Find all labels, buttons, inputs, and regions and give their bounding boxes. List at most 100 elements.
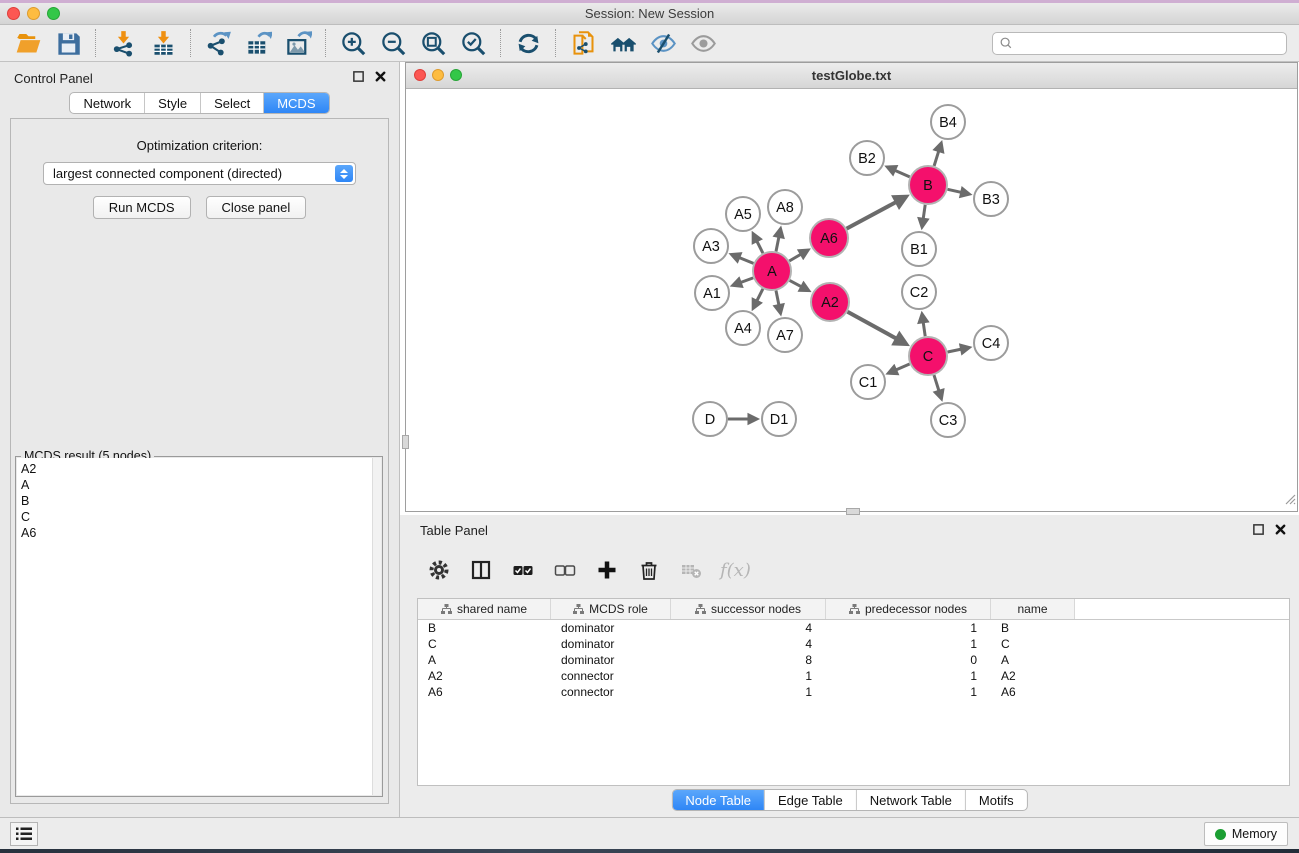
column-settings-button[interactable] bbox=[426, 557, 452, 583]
column-header-name[interactable]: name bbox=[991, 599, 1075, 619]
table-cell-shared-name[interactable]: B bbox=[418, 621, 551, 635]
table-row[interactable]: A2connector11A2 bbox=[418, 668, 1289, 684]
mcds-result-item[interactable]: B bbox=[17, 493, 372, 509]
import-network-button[interactable] bbox=[103, 27, 143, 59]
graph-node-C[interactable]: C bbox=[909, 337, 947, 375]
graph-node-A[interactable]: A bbox=[753, 252, 791, 290]
graph-edge-A2-C[interactable] bbox=[848, 312, 899, 340]
export-image-button[interactable] bbox=[278, 27, 318, 59]
resize-handle-bottom[interactable] bbox=[846, 508, 860, 515]
table-row[interactable]: Bdominator41B bbox=[418, 620, 1289, 636]
search-input[interactable] bbox=[1017, 36, 1280, 50]
table-cell-successors[interactable]: 1 bbox=[671, 685, 826, 699]
table-cell-name[interactable]: C bbox=[991, 637, 1075, 651]
first-neighbors-button[interactable] bbox=[603, 27, 643, 59]
close-panel-icon[interactable] bbox=[1274, 523, 1287, 541]
graph-node-C1[interactable]: C1 bbox=[851, 365, 885, 399]
create-column-button[interactable] bbox=[594, 557, 620, 583]
mcds-result-item[interactable]: A2 bbox=[17, 461, 372, 477]
network-window-titlebar[interactable]: testGlobe.txt bbox=[406, 63, 1297, 89]
graph-edge-A-A7[interactable] bbox=[776, 291, 779, 307]
table-row[interactable]: A6connector11A6 bbox=[418, 684, 1289, 700]
export-table-button[interactable] bbox=[238, 27, 278, 59]
table-cell-shared-name[interactable]: A6 bbox=[418, 685, 551, 699]
table-cell-predecessors[interactable]: 0 bbox=[826, 653, 991, 667]
graph-node-C2[interactable]: C2 bbox=[902, 275, 936, 309]
graph-edge-C-C2[interactable] bbox=[923, 321, 925, 337]
graph-node-C3[interactable]: C3 bbox=[931, 403, 965, 437]
table-cell-mcds-role[interactable]: dominator bbox=[551, 621, 671, 635]
save-session-button[interactable] bbox=[48, 27, 88, 59]
delete-table-button[interactable] bbox=[678, 557, 704, 583]
graph-edge-A6-B[interactable] bbox=[847, 201, 898, 229]
table-cell-shared-name[interactable]: C bbox=[418, 637, 551, 651]
mcds-result-item[interactable]: A6 bbox=[17, 525, 372, 541]
column-header-shared-name[interactable]: shared name bbox=[418, 599, 551, 619]
graph-edge-A-A2[interactable] bbox=[790, 280, 803, 287]
mcds-result-item[interactable]: C bbox=[17, 509, 372, 525]
graph-edge-A-A1[interactable] bbox=[739, 278, 753, 283]
table-cell-successors[interactable]: 4 bbox=[671, 621, 826, 635]
graph-edge-A-A6[interactable] bbox=[789, 254, 802, 262]
tab-select[interactable]: Select bbox=[201, 93, 264, 113]
graph-edge-C-C3[interactable] bbox=[934, 375, 939, 392]
select-all-button[interactable] bbox=[510, 557, 536, 583]
table-cell-name[interactable]: B bbox=[991, 621, 1075, 635]
resize-grip[interactable] bbox=[1282, 491, 1296, 510]
graph-node-A4[interactable]: A4 bbox=[726, 311, 760, 345]
import-table-button[interactable] bbox=[143, 27, 183, 59]
table-cell-mcds-role[interactable]: dominator bbox=[551, 653, 671, 667]
column-header-mcds-role[interactable]: MCDS role bbox=[551, 599, 671, 619]
column-header-successor-nodes[interactable]: successor nodes bbox=[671, 599, 826, 619]
tab-style[interactable]: Style bbox=[145, 93, 201, 113]
graph-node-B1[interactable]: B1 bbox=[902, 232, 936, 266]
table-cell-successors[interactable]: 1 bbox=[671, 669, 826, 683]
table-cell-mcds-role[interactable]: connector bbox=[551, 685, 671, 699]
zoom-in-button[interactable] bbox=[333, 27, 373, 59]
graph-node-B4[interactable]: B4 bbox=[931, 105, 965, 139]
table-cell-predecessors[interactable]: 1 bbox=[826, 621, 991, 635]
table-row[interactable]: Cdominator41C bbox=[418, 636, 1289, 652]
open-session-button[interactable] bbox=[8, 27, 48, 59]
graph-edge-A-A3[interactable] bbox=[738, 257, 754, 263]
table-cell-shared-name[interactable]: A2 bbox=[418, 669, 551, 683]
resize-handle-left[interactable] bbox=[402, 435, 409, 449]
tab-network-table[interactable]: Network Table bbox=[857, 790, 966, 810]
show-task-history-button[interactable] bbox=[10, 822, 38, 846]
graph-node-B[interactable]: B bbox=[909, 166, 947, 204]
table-cell-name[interactable]: A2 bbox=[991, 669, 1075, 683]
graph-node-A1[interactable]: A1 bbox=[695, 276, 729, 310]
table-cell-mcds-role[interactable]: connector bbox=[551, 669, 671, 683]
memory-button[interactable]: Memory bbox=[1204, 822, 1288, 846]
graph-node-A8[interactable]: A8 bbox=[768, 190, 802, 224]
graph-node-A5[interactable]: A5 bbox=[726, 197, 760, 231]
function-builder-button[interactable]: f(x) bbox=[720, 557, 751, 583]
graph-node-B2[interactable]: B2 bbox=[850, 141, 884, 175]
graph-edge-B-B3[interactable] bbox=[948, 189, 963, 192]
delete-column-button[interactable] bbox=[636, 557, 662, 583]
mcds-result-item[interactable]: A bbox=[17, 477, 372, 493]
table-row[interactable]: Adominator80A bbox=[418, 652, 1289, 668]
zoom-out-button[interactable] bbox=[373, 27, 413, 59]
result-list-scrollbar[interactable] bbox=[372, 458, 381, 795]
graph-edge-C-C4[interactable] bbox=[948, 349, 963, 352]
graph-edge-C-C1[interactable] bbox=[895, 364, 910, 371]
tab-edge-table[interactable]: Edge Table bbox=[765, 790, 857, 810]
graph-edge-A-A4[interactable] bbox=[756, 289, 763, 302]
table-cell-predecessors[interactable]: 1 bbox=[826, 685, 991, 699]
graph-edge-B-B2[interactable] bbox=[894, 170, 910, 177]
zoom-selected-button[interactable] bbox=[453, 27, 493, 59]
graph-node-C4[interactable]: C4 bbox=[974, 326, 1008, 360]
table-cell-name[interactable]: A6 bbox=[991, 685, 1075, 699]
table-cell-name[interactable]: A bbox=[991, 653, 1075, 667]
float-panel-icon[interactable] bbox=[352, 70, 365, 88]
export-network-button[interactable] bbox=[198, 27, 238, 59]
tab-node-table[interactable]: Node Table bbox=[672, 790, 765, 810]
run-mcds-button[interactable]: Run MCDS bbox=[93, 196, 191, 219]
tab-mcds[interactable]: MCDS bbox=[264, 93, 328, 113]
table-cell-predecessors[interactable]: 1 bbox=[826, 637, 991, 651]
graph-node-A3[interactable]: A3 bbox=[694, 229, 728, 263]
graph-node-A2[interactable]: A2 bbox=[811, 283, 849, 321]
deselect-all-button[interactable] bbox=[552, 557, 578, 583]
tab-network[interactable]: Network bbox=[70, 93, 145, 113]
